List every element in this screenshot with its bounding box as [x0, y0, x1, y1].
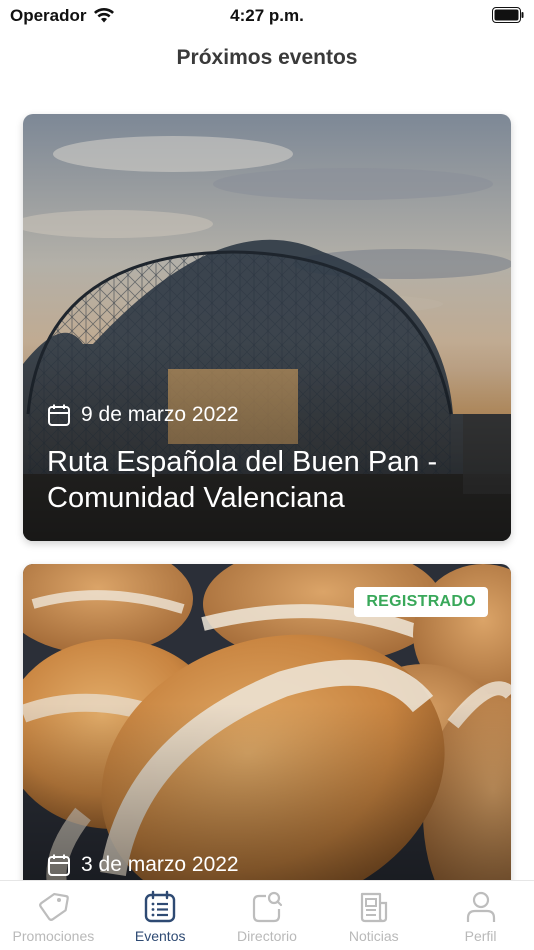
calendar-list-icon [144, 890, 176, 923]
event-card[interactable]: REGISTRADO 3 de marzo 2022 [23, 564, 511, 904]
calendar-icon [48, 854, 70, 876]
registered-badge: REGISTRADO [354, 587, 488, 617]
event-date: 3 de marzo 2022 [47, 853, 239, 877]
event-date-text: 3 de marzo 2022 [81, 853, 239, 876]
calendar-icon [48, 404, 70, 426]
tab-perfil[interactable]: Perfil [427, 881, 534, 950]
tab-eventos[interactable]: Eventos [107, 881, 214, 950]
tab-noticias[interactable]: Noticias [320, 881, 427, 950]
event-title: Ruta Española del Buen Pan - Comunidad V… [47, 446, 438, 514]
status-bar: Operador 4:27 p.m. [0, 0, 534, 32]
event-date: 9 de marzo 2022 [47, 403, 239, 427]
clock: 4:27 p.m. [230, 6, 304, 25]
tag-icon [39, 892, 70, 921]
newspaper-icon [360, 892, 387, 923]
tab-label: Directorio [237, 928, 297, 944]
tab-promociones[interactable]: Promociones [0, 881, 107, 950]
tab-label: Perfil [464, 928, 497, 944]
event-date-text: 9 de marzo 2022 [81, 403, 239, 426]
tab-label: Eventos [134, 928, 186, 944]
battery-icon [492, 7, 524, 23]
tab-label: Promociones [12, 928, 95, 944]
tab-bar: Promociones Eventos Directorio Noticias … [0, 880, 534, 950]
directory-icon [252, 891, 283, 923]
user-icon [466, 891, 495, 922]
page-title: Próximos eventos [176, 46, 358, 69]
event-card[interactable]: 9 de marzo 2022 Ruta Española del Buen P… [23, 114, 511, 541]
tab-label: Noticias [348, 928, 399, 944]
tab-directorio[interactable]: Directorio [214, 881, 321, 950]
